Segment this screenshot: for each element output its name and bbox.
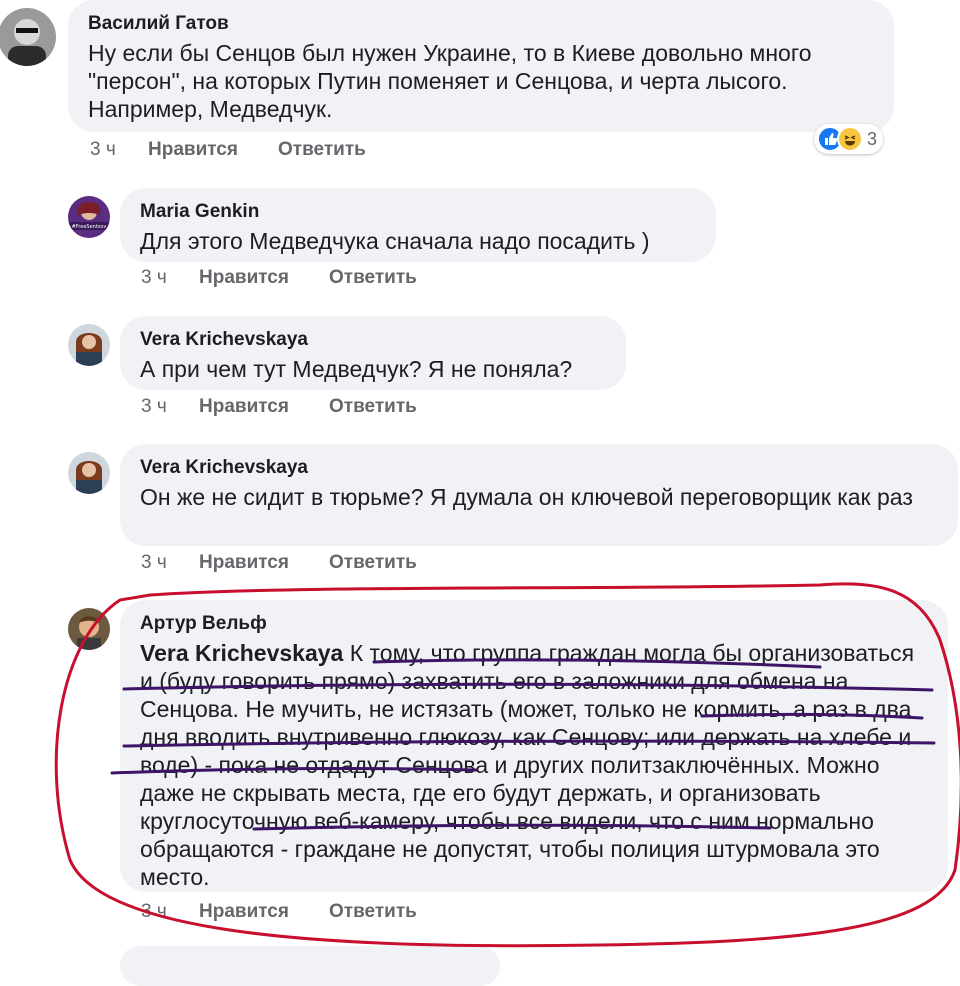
reply-link[interactable]: Ответить [278,138,366,162]
comment-author[interactable]: Maria Genkin [140,200,694,224]
avatar-photo-icon [0,8,56,66]
comment-bubble [120,946,500,986]
avatar-badge: #FreeSentsov [72,224,107,230]
avatar-photo-icon [68,324,110,366]
comment-text: А при чем тут Медведчук? Я не поняла? [140,356,573,382]
mention-link[interactable]: Vera Krichevskaya [140,640,343,666]
avatar-vera-krichevskaya[interactable] [68,324,110,366]
like-link[interactable]: Нравится [199,900,289,924]
reply-link[interactable]: Ответить [329,900,417,924]
comment-author[interactable]: Артур Вельф [140,612,926,636]
reply-link[interactable]: Ответить [329,395,417,419]
haha-icon [837,126,863,152]
avatar-photo-icon [68,608,110,650]
comment-timestamp[interactable]: 3 ч [141,395,167,419]
reaction-count: 3 [867,128,878,149]
comment-timestamp[interactable]: 3 ч [141,266,167,290]
comment-text: Он же не сидит в тюрьме? Я думала он клю… [140,484,913,510]
like-link[interactable]: Нравится [148,138,238,162]
comment-author[interactable]: Василий Гатов [88,12,872,36]
comment-text: Ну если бы Сенцов был нужен Украине, то … [88,40,812,122]
comment-bubble: Vera Krichevskaya Он же не сидит в тюрьм… [120,444,958,546]
comment-timestamp[interactable]: 3 ч [90,138,116,162]
comment-timestamp[interactable]: 3 ч [141,900,167,924]
avatar-photo-icon [68,452,110,494]
like-link[interactable]: Нравится [199,395,289,419]
comment-text: Для этого Медведчука сначала надо посади… [140,228,650,254]
comment-text-body: К тому, что группа граждан могла бы орга… [140,640,915,890]
comment-author[interactable]: Vera Krichevskaya [140,328,604,352]
reply-link[interactable]: Ответить [329,266,417,290]
comment-bubble: Vera Krichevskaya А при чем тут Медведчу… [120,316,626,390]
comment-text: Vera Krichevskaya К тому, что группа гра… [140,639,926,891]
comment-bubble: Maria Genkin Для этого Медведчука сначал… [120,188,716,262]
like-link[interactable]: Нравится [199,551,289,575]
reactions-summary[interactable]: 3 [814,124,884,154]
comment-author[interactable]: Vera Krichevskaya [140,456,936,480]
reply-link[interactable]: Ответить [329,551,417,575]
like-link[interactable]: Нравится [199,266,289,290]
avatar-photo-icon: #FreeSentsov [68,196,110,238]
comment-timestamp[interactable]: 3 ч [141,551,167,575]
comment-bubble: Василий Гатов Ну если бы Сенцов был нуже… [68,0,894,132]
avatar-maria-genkin[interactable]: #FreeSentsov [68,196,110,238]
avatar-artur-velf[interactable] [68,608,110,650]
comment-bubble: Артур Вельф Vera Krichevskaya К тому, чт… [120,600,948,892]
avatar-vasily-gatov[interactable] [0,8,56,66]
avatar-vera-krichevskaya[interactable] [68,452,110,494]
